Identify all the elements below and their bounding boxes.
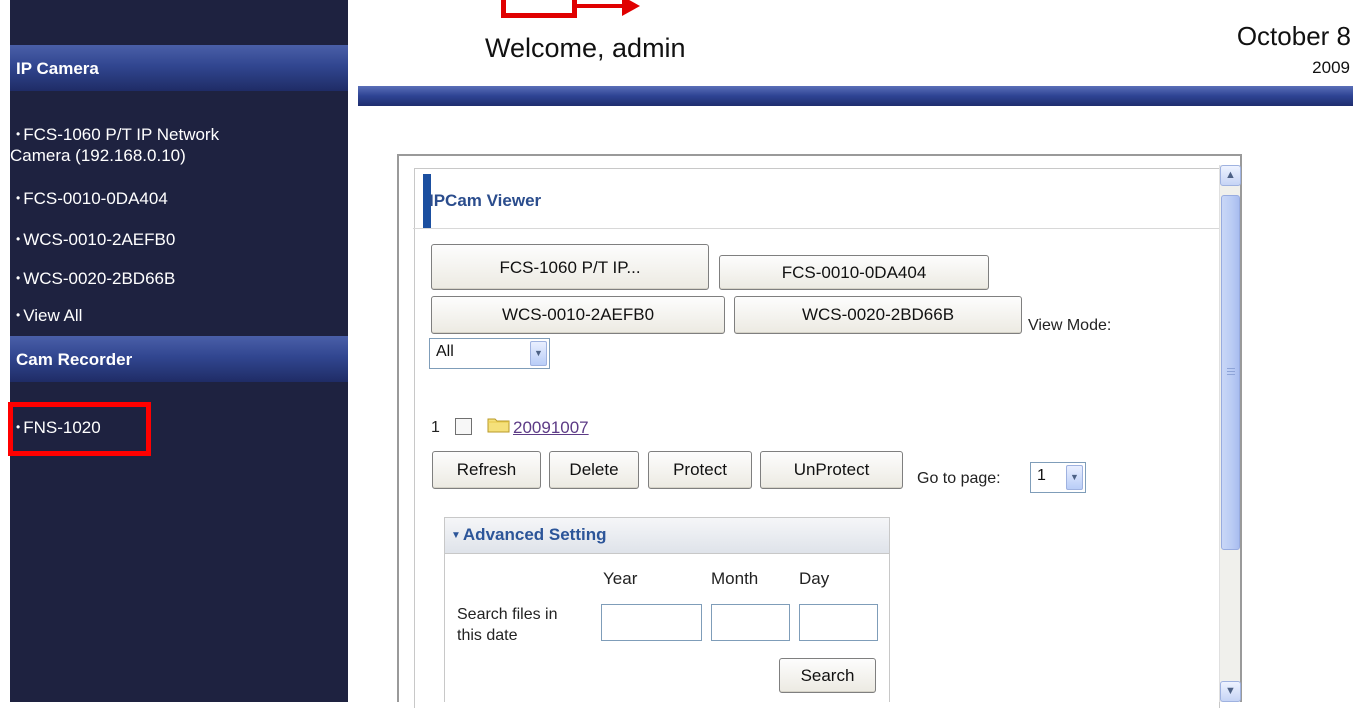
- scroll-up-icon[interactable]: ▲: [1220, 165, 1241, 186]
- row-checkbox[interactable]: [455, 418, 472, 435]
- search-button[interactable]: Search: [779, 658, 876, 693]
- day-input[interactable]: [799, 604, 878, 641]
- highlight-box-top: [501, 0, 577, 18]
- bullet-icon: •: [16, 127, 21, 141]
- sidebar-item-view-all[interactable]: • View All: [16, 305, 82, 326]
- highlight-box: [8, 402, 151, 456]
- year-input[interactable]: [601, 604, 702, 641]
- bullet-icon: •: [16, 308, 21, 322]
- month-label: Month: [711, 569, 759, 588]
- divider: [413, 228, 1219, 229]
- sidebar-item-label: WCS-0020-2BD66B: [23, 269, 176, 288]
- day-label: Day: [799, 569, 830, 588]
- bullet-icon: •: [16, 271, 21, 285]
- advanced-setting-title: Advanced Setting: [462, 525, 607, 544]
- go-to-page-value: 1: [1037, 467, 1046, 484]
- search-date-label-line2: this date: [457, 627, 518, 644]
- folder-link[interactable]: 20091007: [513, 418, 589, 438]
- collapse-triangle-icon: ▼: [451, 530, 461, 541]
- arrow-line: [577, 4, 625, 8]
- row-number: 1: [431, 419, 440, 436]
- bullet-icon: •: [16, 191, 21, 205]
- go-to-page-label: Go to page:: [917, 470, 1001, 487]
- sidebar-item-label: FCS-1060 P/T IP Network: [23, 125, 220, 144]
- header-bar: [358, 86, 1353, 106]
- sidebar-item-wcs-0010[interactable]: • WCS-0010-2AEFB0: [16, 229, 175, 250]
- bullet-icon: •: [16, 232, 21, 246]
- sidebar-item-label: View All: [23, 306, 83, 325]
- search-date-label: Search files in this date: [457, 604, 558, 646]
- advanced-setting-header[interactable]: ▼ Advanced Setting: [445, 518, 889, 554]
- sidebar-item-fcs-1060[interactable]: • FCS-1060 P/T IP Network Camera (192.168…: [10, 124, 220, 166]
- month-input[interactable]: [711, 604, 790, 641]
- sidebar-item-label: Camera (192.168.0.10): [10, 146, 186, 165]
- camera-button-fcs-1060[interactable]: FCS-1060 P/T IP...: [431, 244, 709, 290]
- search-date-label-line1: Search files in: [457, 606, 558, 623]
- dropdown-arrow-icon: ▼: [530, 341, 547, 366]
- go-to-page-select[interactable]: 1 ▼: [1030, 462, 1086, 493]
- sidebar-item-fcs-0010[interactable]: • FCS-0010-0DA404: [16, 188, 168, 209]
- scroll-grip: [1227, 374, 1235, 375]
- scroll-down-icon[interactable]: ▼: [1220, 681, 1241, 702]
- year-label: Year: [603, 569, 638, 588]
- view-mode-select[interactable]: All ▼: [429, 338, 550, 369]
- sidebar-header-label: Cam Recorder: [16, 350, 133, 369]
- camera-button-wcs-0010[interactable]: WCS-0010-2AEFB0: [431, 296, 725, 334]
- camera-button-wcs-0020[interactable]: WCS-0020-2BD66B: [734, 296, 1022, 334]
- refresh-button[interactable]: Refresh: [432, 451, 541, 489]
- welcome-text: Welcome, admin: [485, 33, 686, 63]
- view-mode-label: View Mode:: [1028, 317, 1112, 334]
- scroll-thumb[interactable]: [1221, 195, 1240, 550]
- folder-icon: [487, 418, 510, 433]
- scroll-grip: [1227, 371, 1235, 372]
- scroll-grip: [1227, 368, 1235, 369]
- sidebar-header-cam-recorder: Cam Recorder: [10, 336, 348, 382]
- sidebar-header-ip-camera: IP Camera: [10, 45, 348, 91]
- arrow-head-icon: [622, 0, 640, 16]
- camera-button-fcs-0010[interactable]: FCS-0010-0DA404: [719, 255, 989, 290]
- date-year: 2009: [1312, 58, 1350, 77]
- sidebar-header-label: IP Camera: [16, 59, 99, 78]
- dropdown-arrow-icon: ▼: [1066, 465, 1083, 490]
- view-mode-value: All: [436, 343, 454, 360]
- sidebar-item-label: FCS-0010-0DA404: [23, 189, 168, 208]
- scrollbar[interactable]: ▲ ▼: [1219, 165, 1241, 702]
- panel-title: IPCam Viewer: [429, 191, 542, 210]
- protect-button[interactable]: Protect: [648, 451, 752, 489]
- date-month-day: October 8: [1236, 21, 1351, 51]
- delete-button[interactable]: Delete: [549, 451, 639, 489]
- sidebar-item-label: WCS-0010-2AEFB0: [23, 230, 176, 249]
- sidebar-item-wcs-0020[interactable]: • WCS-0020-2BD66B: [16, 268, 175, 289]
- unprotect-button[interactable]: UnProtect: [760, 451, 903, 489]
